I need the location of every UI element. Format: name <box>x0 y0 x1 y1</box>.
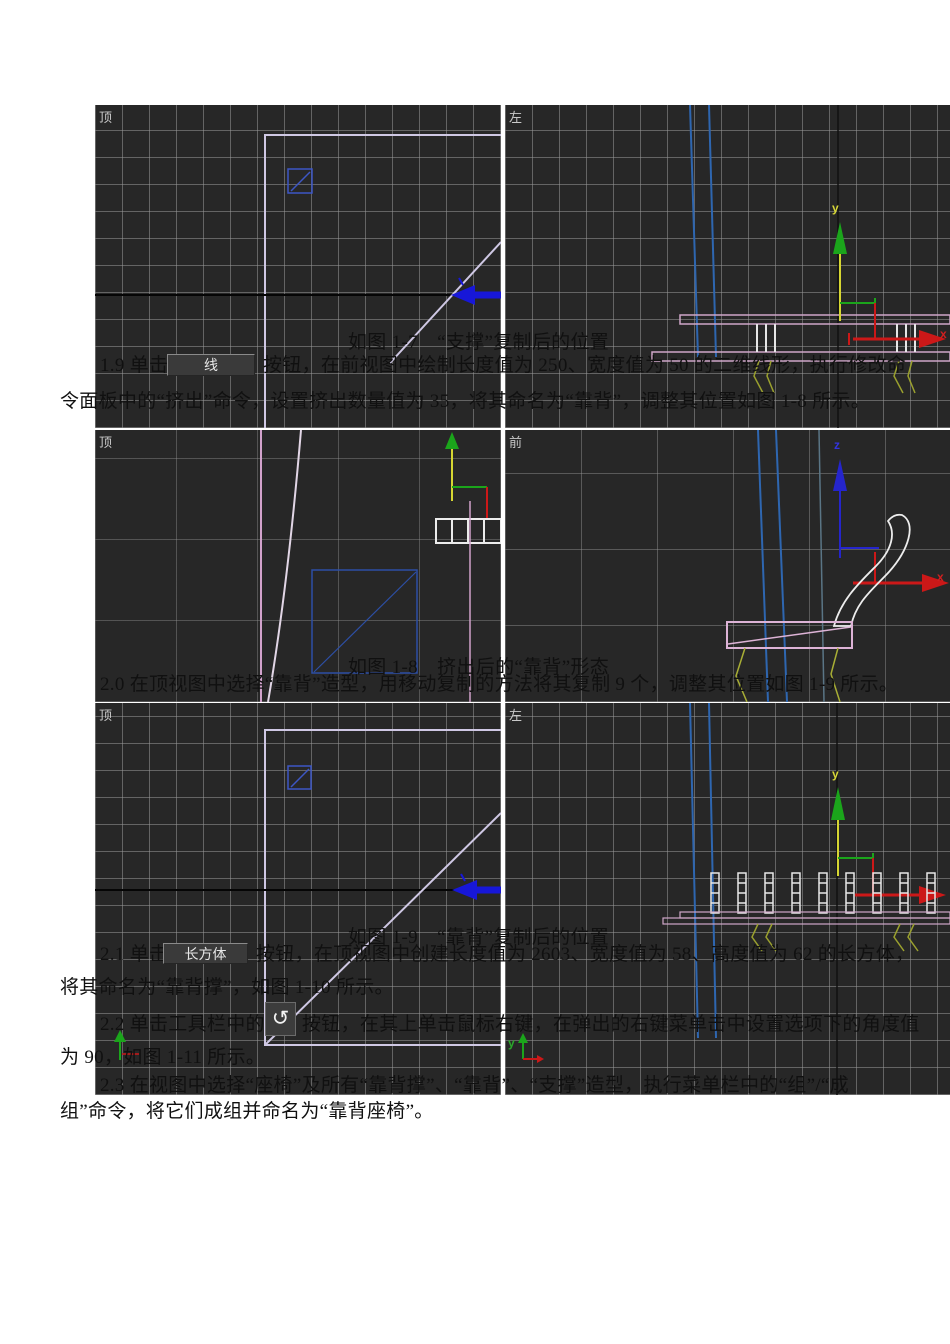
y-axis-label: y <box>832 767 839 781</box>
backrest-profile <box>832 513 911 627</box>
y-axis-arrow <box>833 222 847 254</box>
step-1-9-text: 按钮，在前视图中绘制长度值为 250、宽度值为 50 的二维线形，执行修改命 <box>263 355 907 376</box>
seat-bar <box>679 911 950 919</box>
wire-line <box>708 105 717 358</box>
viewport-label: 左 <box>509 110 523 125</box>
blue-arrow-head <box>452 880 477 900</box>
step-1-9-line2: 令面板中的“挤出”命令，设置挤出数量值为 35，将其命名为“靠背”，调整其位置如… <box>60 391 871 412</box>
z-axis-arrow <box>833 459 847 491</box>
seat-bar <box>679 314 950 325</box>
wire-line <box>818 430 825 702</box>
viewport-label: 顶 <box>99 110 113 125</box>
topview-geometry-fig19 <box>95 729 501 1060</box>
viewport-label: 前 <box>509 435 523 450</box>
step-2-2-line2: 为 90，如图 1-11 所示。 <box>60 1047 266 1068</box>
wire-line <box>689 105 699 358</box>
wire-line <box>757 430 769 702</box>
wire-line <box>775 430 788 702</box>
corner-axis-y-label: y <box>508 1036 515 1050</box>
line-tool-button[interactable]: 线 <box>167 354 255 376</box>
z-axis-label: z <box>834 438 840 452</box>
document-page: 顶 左 y x 顶 前 z x 顶 左 y y 如图 1-7 “支撑”复制后的位… <box>0 0 950 1344</box>
wire-line <box>708 703 717 1039</box>
viewport-top-fig17: 顶 <box>95 105 501 428</box>
x-axis-arrow-head <box>922 574 949 592</box>
viewport-label: 顶 <box>99 708 113 723</box>
viewport-left-fig17: 左 y x <box>505 105 950 428</box>
topview-geometry-fig17 <box>95 134 501 428</box>
viewport-left-fig19: 左 y y <box>505 703 950 1095</box>
caption-fig-1-7: 如图 1-7 “支撑”复制后的位置 <box>348 332 610 353</box>
y-axis-arrow <box>831 787 845 820</box>
viewport-top-fig19: 顶 <box>95 703 501 1095</box>
leftview-geometry-fig17 <box>651 105 950 428</box>
backrest-posts <box>710 872 936 914</box>
step-2-1-prefix: 2.1 单击 <box>100 944 169 965</box>
x-axis-label: x <box>937 570 944 584</box>
step-2-1-line2: 将其命名为“靠背撑”，如图 1-10 所示。 <box>60 977 394 998</box>
step-2-2-text: 按钮，在其上单击鼠标右键，在弹出的右键菜单击中设置选项下的角度值 <box>302 1014 920 1035</box>
step-2-0-text: 2.0 在顶视图中选择“靠背”造型，用移动复制的方法将其复制 9 个，调整其位置… <box>100 674 899 695</box>
y-axis-arrow <box>445 432 459 449</box>
y-axis-label: y <box>832 201 839 215</box>
wire-line <box>689 703 699 1039</box>
x-axis-label: x <box>940 327 947 341</box>
box-tool-button[interactable]: 长方体 <box>163 943 248 964</box>
step-2-2-prefix: 2.2 单击工具栏中的 <box>100 1014 265 1035</box>
step-1-9-prefix: 1.9 单击 <box>100 355 169 376</box>
blue-arrow-head <box>451 285 475 305</box>
x-axis-arrow-head <box>919 886 946 904</box>
leftview-geometry-fig19 <box>518 703 950 1095</box>
viewport-label: 顶 <box>99 435 113 450</box>
step-2-3-line2: 组”命令，将它们成组并命名为“靠背座椅”。 <box>60 1101 434 1122</box>
select-and-rotate-icon[interactable]: ↺ <box>265 1002 296 1036</box>
step-2-3-line1: 2.3 在视图中选择“座椅”及所有“靠背撑”、“靠背”、“支撑”造型，执行菜单栏… <box>100 1075 849 1096</box>
viewport-label: 左 <box>509 708 523 723</box>
seat-bar <box>662 917 950 925</box>
spline-curve <box>267 430 302 702</box>
step-2-1-text: 按钮，在顶视图中创建长度值为 2603、宽度值为 58、高度值为 62 的长方体… <box>256 944 915 965</box>
